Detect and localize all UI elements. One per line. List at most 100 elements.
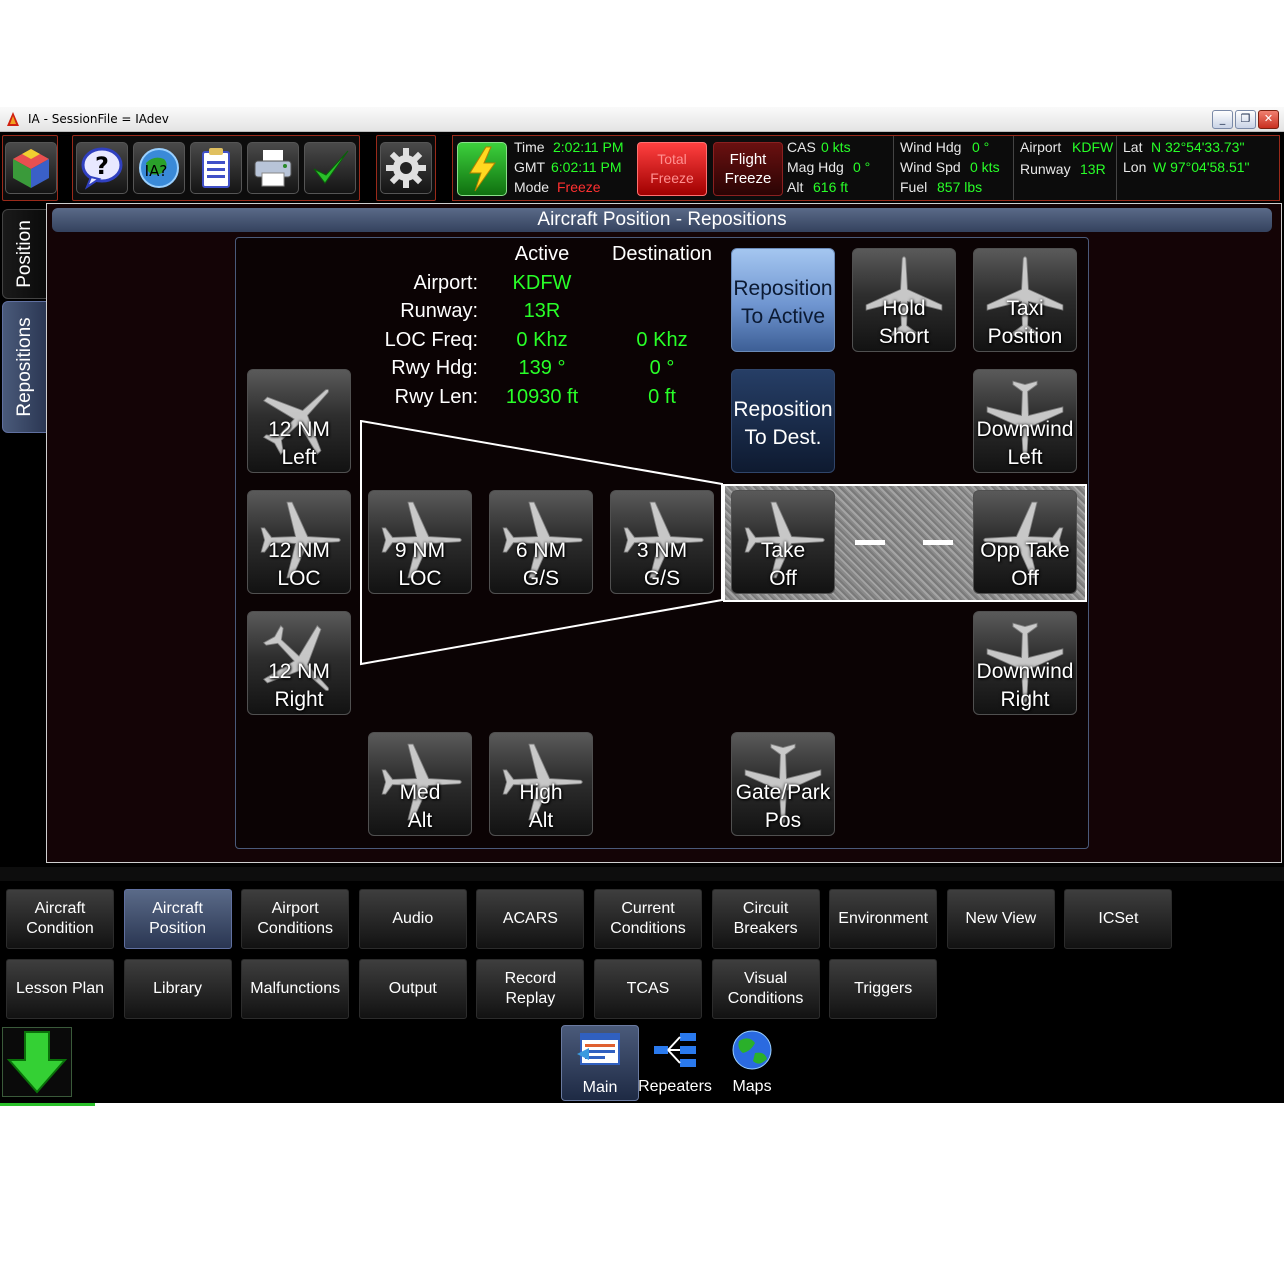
globe-icon <box>732 1030 772 1070</box>
nav-lesson-plan-button[interactable]: Lesson Plan <box>6 959 114 1019</box>
reposition-to-dest-button-line2: To Dest. <box>744 426 822 449</box>
nav-tcas-button[interactable]: TCAS <box>594 959 702 1019</box>
dock-maps[interactable]: Maps <box>714 1025 790 1099</box>
lon-label: Lon <box>1123 159 1147 175</box>
dock-main[interactable]: Main <box>561 1025 639 1101</box>
downwind-left-button[interactable]: Downwind Left <box>973 369 1077 473</box>
airport-label: Airport <box>1020 139 1062 155</box>
airport-value: KDFW <box>1072 139 1114 155</box>
taxi-position-button[interactable]: Taxi Position <box>973 248 1077 352</box>
nav-icset-button[interactable]: ICSet <box>1064 889 1173 949</box>
nav-audio-button[interactable]: Audio <box>358 889 467 949</box>
nav-new-view-button[interactable]: New View <box>946 889 1055 949</box>
tab-position[interactable]: Position <box>2 209 48 299</box>
rwy-hdg-dest-value: 0 ° <box>649 357 675 379</box>
window-title: IA - SessionFile = IAdev <box>28 112 169 126</box>
downwind-right-button[interactable]: Downwind Right <box>973 611 1077 715</box>
wind-hdg-label: Wind Hdg <box>900 139 962 155</box>
dock-main-label: Main <box>582 1079 618 1096</box>
rwy-hdg-active-value: 139 ° <box>518 357 566 379</box>
high-alt-button[interactable]: High Alt <box>489 732 593 836</box>
nav-triggers-button[interactable]: Triggers <box>829 959 938 1019</box>
dock-maps-label: Maps <box>732 1078 772 1095</box>
checkmark-icon <box>313 150 349 184</box>
nav-record-replay-button[interactable]: Record Replay <box>476 959 585 1019</box>
nav-separator <box>0 867 1284 881</box>
6nm-gs-button[interactable]: 6 NM G/S <box>489 490 593 594</box>
alt-label: Alt <box>787 179 804 195</box>
12nm-right-button-line2: Right <box>274 688 324 711</box>
nav-output-button[interactable]: Output <box>358 959 467 1019</box>
runway-label: Runway <box>1020 161 1071 177</box>
rwy-len-active-value: 10930 ft <box>505 386 579 408</box>
nav-malfunctions-button[interactable]: Malfunctions <box>241 959 350 1019</box>
nav-aircraft-condition-button[interactable]: Aircraft Condition <box>6 889 114 949</box>
airport-row-label: Airport: <box>413 272 478 294</box>
power-button[interactable] <box>457 142 507 196</box>
collapse-button[interactable] <box>2 1027 72 1097</box>
reposition-to-dest-button-line1: Reposition <box>733 398 833 421</box>
nav-visual-conditions-button[interactable]: Visual Conditions <box>711 959 820 1019</box>
fuel-value: 857 lbs <box>937 179 983 195</box>
nav-environment-button[interactable]: Environment <box>829 889 938 949</box>
gate-park-pos-button[interactable]: Gate/Park Pos <box>731 732 835 836</box>
app-cube-icon <box>13 149 49 188</box>
downwind-right-button-line1: Downwind <box>976 660 1074 683</box>
dock-repeaters[interactable]: Repeaters <box>637 1025 713 1099</box>
ia-help-button[interactable]: IA? <box>133 142 185 194</box>
loc-freq-dest-value: 0 Khz <box>636 329 688 351</box>
total-freeze-button[interactable]: Total Freeze <box>637 142 707 196</box>
flight-freeze-button[interactable]: Flight Freeze <box>713 142 783 196</box>
app-window: IA - SessionFile = IAdev _ ❐ ✕ ? IA? Tim… <box>0 107 1284 1103</box>
reposition-to-active-button-line1: Reposition <box>733 277 833 300</box>
nav-airport-conditions-button[interactable]: Airport Conditions <box>241 889 350 949</box>
opp-take-off-button[interactable]: Opp Take Off <box>973 490 1077 594</box>
reposition-to-active-button[interactable]: Reposition To Active <box>731 248 835 352</box>
restore-button[interactable]: ❐ <box>1235 110 1256 129</box>
wind-spd-label: Wind Spd <box>900 159 961 175</box>
3nm-gs-button[interactable]: 3 NM G/S <box>610 490 714 594</box>
clipboard-button[interactable] <box>190 142 242 194</box>
toolbar-tools-group: ? IA? <box>72 135 360 201</box>
nav-library-button[interactable]: Library <box>123 959 232 1019</box>
take-off-button[interactable]: Take Off <box>731 490 835 594</box>
opp-take-off-button-line2: Off <box>1011 567 1039 590</box>
nav-current-conditions-button[interactable]: Current Conditions <box>594 889 702 949</box>
med-alt-button-line1: Med <box>399 781 441 804</box>
nav-aircraft-position-button[interactable]: Aircraft Position <box>123 889 232 949</box>
app-cube-button[interactable] <box>5 142 57 194</box>
close-button[interactable]: ✕ <box>1258 110 1279 129</box>
9nm-loc-button[interactable]: 9 NM LOC <box>368 490 472 594</box>
12nm-loc-button[interactable]: 12 NM LOC <box>247 490 351 594</box>
12nm-right-button-line1: 12 NM <box>268 660 330 683</box>
runway-active-value: 13R <box>523 300 561 322</box>
reposition-to-dest-button[interactable]: Reposition To Dest. <box>731 369 835 473</box>
mag-hdg-label: Mag Hdg <box>787 159 844 175</box>
settings-button[interactable] <box>380 142 432 194</box>
wind-hdg-value: 0 ° <box>972 139 990 155</box>
gmt-value: 6:02:11 PM <box>551 159 622 175</box>
med-alt-button-line2: Alt <box>407 809 433 832</box>
help-button[interactable]: ? <box>76 142 128 194</box>
print-button[interactable] <box>247 142 299 194</box>
toolbar-app-group <box>2 135 58 201</box>
time-label: Time <box>514 139 545 155</box>
12nm-left-button[interactable]: 12 NM Left <box>247 369 351 473</box>
accept-button[interactable] <box>304 142 356 194</box>
hold-short-button[interactable]: Hold Short <box>852 248 956 352</box>
12nm-right-button[interactable]: 12 NM Right <box>247 611 351 715</box>
taxi-position-button-line1: Taxi <box>1006 297 1044 320</box>
app-logo-icon <box>7 112 19 126</box>
dock-repeaters-label: Repeaters <box>638 1078 712 1095</box>
med-alt-button[interactable]: Med Alt <box>368 732 472 836</box>
nav-circuit-breakers-button[interactable]: Circuit Breakers <box>711 889 820 949</box>
runway-centerline <box>923 540 953 545</box>
hold-short-button-line1: Hold <box>882 297 926 320</box>
minimize-button[interactable]: _ <box>1212 110 1233 129</box>
tab-repositions[interactable]: Repositions <box>2 301 48 433</box>
title-bar: IA - SessionFile = IAdev _ ❐ ✕ <box>0 107 1284 132</box>
svg-text:?: ? <box>95 152 109 180</box>
alt-value: 616 ft <box>813 179 849 195</box>
nav-acars-button[interactable]: ACARS <box>476 889 585 949</box>
loc-freq-row-label: LOC Freq: <box>384 329 478 351</box>
